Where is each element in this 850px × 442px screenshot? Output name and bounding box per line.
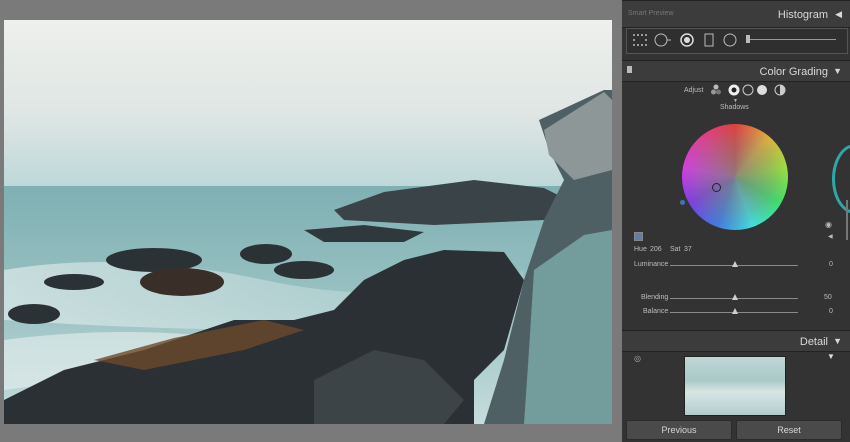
highlights-mode-icon — [757, 85, 767, 95]
brush-slider-knob[interactable] — [746, 35, 750, 43]
wheel-edge-dot[interactable] — [680, 200, 685, 205]
blending-label: Blending — [641, 294, 669, 301]
histogram-header[interactable]: Smart Preview Histogram ◀ — [622, 0, 850, 28]
color-grading-title: Color Grading — [759, 66, 828, 78]
luminance-label: Luminance — [634, 261, 669, 268]
adjust-mode-selector[interactable] — [711, 83, 807, 97]
collapse-left-icon[interactable]: ◀ — [835, 9, 842, 20]
balance-value[interactable]: 0 — [829, 308, 833, 315]
luminance-slider-knob[interactable] — [732, 261, 738, 267]
toolstrip-label: Smart Preview — [628, 10, 674, 17]
graduated-filter-icon[interactable] — [704, 33, 714, 47]
brush-slider[interactable] — [746, 39, 836, 40]
spot-removal-icon[interactable] — [654, 33, 672, 47]
red-eye-icon[interactable] — [680, 33, 694, 47]
wheel-handle[interactable] — [712, 183, 721, 192]
global-mode-icon — [774, 84, 786, 96]
photo-canvas[interactable] — [0, 0, 622, 442]
panel-scrollbar[interactable] — [846, 200, 848, 240]
luminance-value[interactable]: 0 — [829, 261, 833, 268]
radial-filter-icon[interactable] — [723, 33, 737, 47]
sat-value[interactable]: 37 — [684, 246, 692, 253]
blending-value[interactable]: 50 — [824, 294, 832, 301]
previous-button[interactable]: Previous — [626, 420, 732, 440]
collapse-down-icon[interactable]: ▼ — [833, 336, 842, 346]
reset-button[interactable]: Reset — [736, 420, 842, 440]
balance-slider-knob[interactable] — [732, 308, 738, 314]
seascape-image — [4, 20, 612, 424]
detail-header[interactable]: Detail ▼ — [622, 330, 850, 352]
shadows-color-wheel[interactable] — [682, 124, 788, 230]
hue-value[interactable]: 206 — [650, 246, 662, 253]
detail-preview-thumbnail[interactable] — [684, 356, 786, 416]
preview-toggle-icon[interactable]: ▼ — [827, 352, 835, 361]
color-swatch[interactable] — [634, 232, 643, 241]
midtones-mode-icon — [742, 84, 754, 96]
photo-preview[interactable] — [4, 20, 612, 424]
sat-label: Sat — [670, 246, 681, 253]
panel-switch-icon[interactable] — [627, 66, 632, 73]
hue-label: Hue — [634, 246, 647, 253]
collapse-down-icon[interactable]: ▼ — [833, 66, 842, 76]
collapse-left-small-icon[interactable]: ◀ — [828, 233, 833, 240]
adjust-label: Adjust — [684, 87, 704, 94]
histogram-title: Histogram — [777, 9, 828, 21]
detail-title: Detail — [799, 336, 828, 348]
right-panel: Smart Preview Histogram ◀ Color Grading … — [622, 0, 850, 442]
shadows-label: Shadows — [720, 104, 749, 111]
blending-slider-knob[interactable] — [732, 294, 738, 300]
crop-overlay-icon[interactable] — [632, 33, 648, 47]
three-way-icon — [711, 84, 721, 95]
balance-label: Balance — [643, 308, 669, 315]
eye-icon[interactable]: ◉ — [825, 220, 832, 229]
color-grading-header[interactable]: Color Grading ▼ — [622, 60, 850, 82]
target-adjust-icon[interactable]: ◎ — [634, 354, 641, 363]
